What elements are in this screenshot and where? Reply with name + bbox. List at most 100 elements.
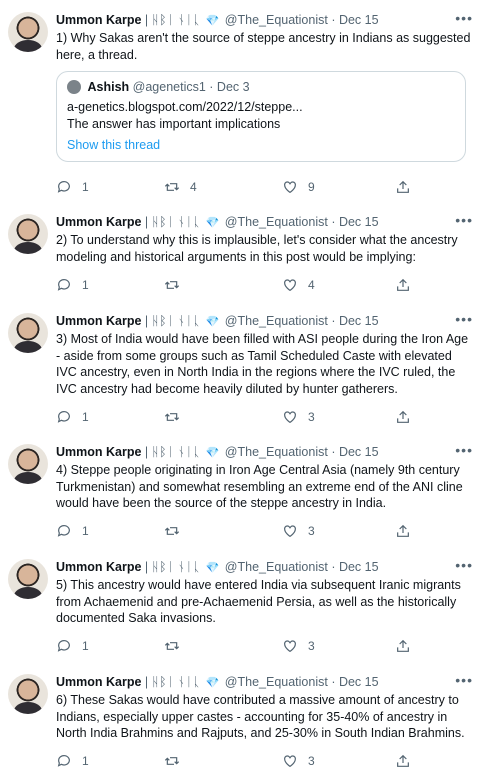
- tweet-text: 3) Most of India would have been filled …: [56, 332, 469, 396]
- reply-icon: [57, 525, 70, 537]
- author-name[interactable]: Ummon Karpe: [56, 675, 141, 689]
- author-rune-text: | ᚺᛒᛁ ᚾᛁᚳ: [144, 675, 201, 689]
- share-button[interactable]: [395, 178, 411, 196]
- like-count: 9: [308, 180, 315, 194]
- reply-button[interactable]: 1: [56, 522, 89, 540]
- tweet-text: 1) Why Sakas aren't the source of steppe…: [56, 31, 471, 62]
- tweet-text: 6) These Sakas would have contributed a …: [56, 693, 465, 740]
- author-name[interactable]: Ummon Karpe: [56, 314, 141, 328]
- more-horizontal-icon[interactable]: •••: [455, 10, 473, 26]
- tweet-date[interactable]: · Dec 15: [331, 445, 378, 459]
- more-horizontal-icon[interactable]: •••: [455, 311, 473, 327]
- tweet-actions: 1 3: [56, 522, 416, 540]
- more-horizontal-icon[interactable]: •••: [455, 672, 473, 688]
- author-handle[interactable]: @The_Equationist: [225, 445, 328, 459]
- quoted-author-name: Ashish: [87, 80, 130, 94]
- retweet-icon: [164, 642, 180, 650]
- verified-diamond-icon: 💎: [205, 677, 220, 689]
- reply-count: 1: [82, 180, 89, 194]
- reply-icon: [57, 181, 70, 193]
- reply-icon: [57, 640, 70, 652]
- more-horizontal-icon[interactable]: •••: [455, 557, 473, 573]
- tweet-date[interactable]: · Dec 15: [331, 560, 378, 574]
- like-button[interactable]: 9: [282, 178, 315, 196]
- tweet-date[interactable]: · Dec 15: [331, 13, 378, 27]
- author-name[interactable]: Ummon Karpe: [56, 13, 141, 27]
- like-count: 4: [308, 278, 315, 292]
- retweet-button[interactable]: [164, 408, 190, 426]
- reply-button[interactable]: 1: [56, 752, 89, 770]
- reply-button[interactable]: 1: [56, 276, 89, 294]
- author-name[interactable]: Ummon Karpe: [56, 445, 141, 459]
- show-thread-link[interactable]: Show this thread: [67, 137, 455, 153]
- share-button[interactable]: [395, 637, 411, 655]
- avatar[interactable]: [8, 214, 48, 254]
- share-button[interactable]: [395, 522, 411, 540]
- like-button[interactable]: 3: [282, 637, 315, 655]
- retweet-icon: [164, 413, 180, 421]
- like-count: 3: [308, 639, 315, 653]
- author-handle[interactable]: @The_Equationist: [225, 13, 328, 27]
- retweet-icon: [164, 183, 180, 191]
- heart-icon: [284, 279, 296, 292]
- reply-icon: [57, 279, 70, 291]
- verified-diamond-icon: 💎: [205, 15, 220, 27]
- avatar[interactable]: [8, 313, 48, 353]
- verified-diamond-icon: 💎: [205, 316, 220, 328]
- share-button[interactable]: [395, 408, 411, 426]
- heart-icon: [284, 640, 296, 653]
- quoted-tweet-header: Ashish @agenetics1 · Dec 3: [67, 79, 455, 95]
- retweet-icon: [164, 757, 180, 765]
- like-button[interactable]: 4: [282, 276, 315, 294]
- like-count: 3: [308, 754, 315, 768]
- tweet-text: 5) This ancestry would have entered Indi…: [56, 578, 461, 625]
- share-button[interactable]: [395, 276, 411, 294]
- author-handle[interactable]: @The_Equationist: [225, 675, 328, 689]
- retweet-button[interactable]: 4: [164, 178, 197, 196]
- more-horizontal-icon[interactable]: •••: [455, 212, 473, 228]
- reply-button[interactable]: 1: [56, 408, 89, 426]
- like-button[interactable]: 3: [282, 408, 315, 426]
- share-icon: [397, 524, 409, 537]
- tweet-header: Ummon Karpe | ᚺᛒᛁ ᚾᛁᚳ 💎 @The_Equationist…: [56, 214, 475, 231]
- tweet-actions: 1 3: [56, 408, 416, 426]
- quoted-tweet-text: The answer has important implications: [67, 117, 281, 131]
- retweet-button[interactable]: [164, 637, 190, 655]
- verified-diamond-icon: 💎: [205, 217, 220, 229]
- tweet-thread: Ummon Karpe | ᚺᛒᛁ ᚾᛁᚳ 💎 @The_Equationist…: [0, 0, 485, 775]
- quoted-avatar: [67, 80, 81, 94]
- retweet-button[interactable]: [164, 276, 190, 294]
- tweet-actions: 1 4 9: [56, 178, 416, 196]
- author-handle[interactable]: @The_Equationist: [225, 560, 328, 574]
- quoted-tweet-date: · Dec 3: [209, 80, 250, 94]
- reply-button[interactable]: 1: [56, 637, 89, 655]
- like-button[interactable]: 3: [282, 522, 315, 540]
- quoted-tweet[interactable]: Ashish @agenetics1 · Dec 3 a-genetics.bl…: [56, 71, 466, 162]
- avatar[interactable]: [8, 12, 48, 52]
- tweet-actions: 1 3: [56, 752, 416, 770]
- reply-icon: [57, 755, 70, 767]
- retweet-icon: [164, 527, 180, 535]
- avatar[interactable]: [8, 559, 48, 599]
- heart-icon: [284, 411, 296, 424]
- more-horizontal-icon[interactable]: •••: [455, 442, 473, 458]
- author-handle[interactable]: @The_Equationist: [225, 215, 328, 229]
- retweet-button[interactable]: [164, 522, 190, 540]
- author-name[interactable]: Ummon Karpe: [56, 560, 141, 574]
- author-name[interactable]: Ummon Karpe: [56, 215, 141, 229]
- tweet-date[interactable]: · Dec 15: [331, 215, 378, 229]
- reply-count: 1: [82, 524, 89, 538]
- retweet-button[interactable]: [164, 752, 190, 770]
- heart-icon: [284, 181, 296, 194]
- author-handle[interactable]: @The_Equationist: [225, 314, 328, 328]
- tweet-date[interactable]: · Dec 15: [331, 675, 378, 689]
- avatar[interactable]: [8, 674, 48, 714]
- avatar[interactable]: [8, 444, 48, 484]
- reply-count: 1: [82, 754, 89, 768]
- like-button[interactable]: 3: [282, 752, 315, 770]
- share-button[interactable]: [395, 752, 411, 770]
- tweet-date[interactable]: · Dec 15: [331, 314, 378, 328]
- reply-button[interactable]: 1: [56, 178, 89, 196]
- heart-icon: [284, 755, 296, 768]
- quoted-tweet-link-text: a-genetics.blogspot.com/2022/12/steppe..…: [67, 100, 303, 114]
